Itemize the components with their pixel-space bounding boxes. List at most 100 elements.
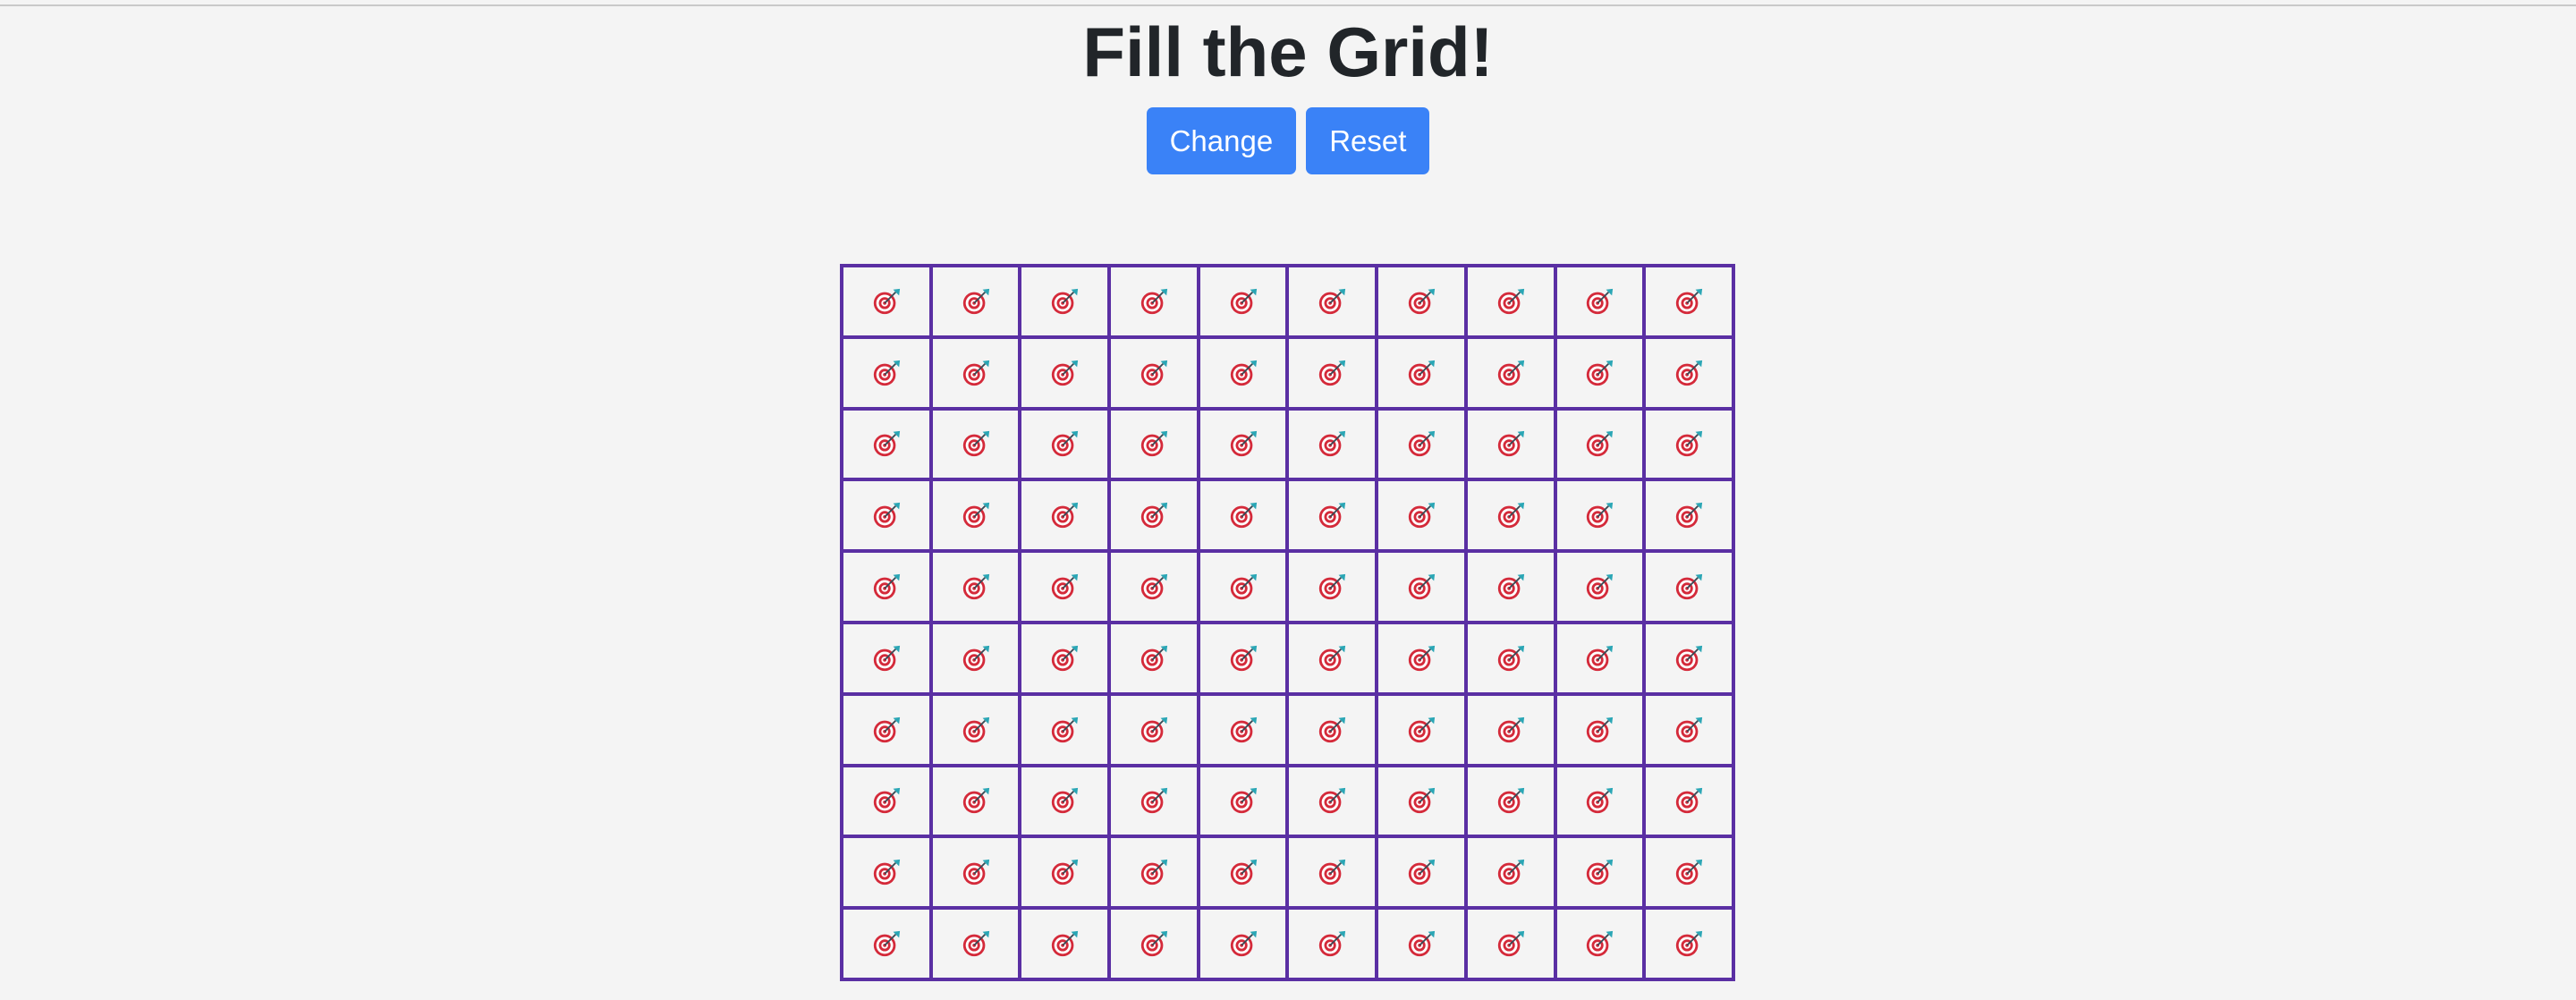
grid-cell[interactable] <box>1287 479 1377 552</box>
grid-cell[interactable] <box>1377 908 1466 979</box>
grid-cell[interactable] <box>1377 765 1466 837</box>
grid-cell[interactable] <box>1465 623 1555 694</box>
grid-cell[interactable] <box>1020 479 1110 552</box>
grid-cell[interactable] <box>842 336 931 409</box>
grid-cell[interactable] <box>1287 336 1377 409</box>
grid-cell[interactable] <box>1555 765 1645 837</box>
grid-cell[interactable] <box>1020 693 1110 766</box>
grid-cell[interactable] <box>1287 908 1377 979</box>
grid-cell[interactable] <box>842 836 931 909</box>
grid-cell[interactable] <box>1644 836 1733 909</box>
grid-cell[interactable] <box>930 908 1021 979</box>
grid-cell[interactable] <box>1020 623 1110 694</box>
grid-cell[interactable] <box>1198 623 1288 694</box>
grid-cell[interactable] <box>1287 765 1377 837</box>
grid-cell[interactable] <box>1644 479 1733 552</box>
grid-cell[interactable] <box>1465 551 1555 623</box>
grid-cell[interactable] <box>842 551 931 623</box>
grid-cell[interactable] <box>1377 408 1466 480</box>
grid-cell[interactable] <box>842 908 931 979</box>
grid-cell[interactable] <box>1377 266 1466 337</box>
grid-cell[interactable] <box>1644 551 1733 623</box>
grid-cell[interactable] <box>1020 266 1110 337</box>
grid-cell[interactable] <box>1198 479 1288 552</box>
grid-cell[interactable] <box>930 836 1021 909</box>
grid-cell[interactable] <box>1465 408 1555 480</box>
grid-cell[interactable] <box>1287 551 1377 623</box>
grid-cell[interactable] <box>1644 408 1733 480</box>
grid-cell[interactable] <box>1109 408 1199 480</box>
grid-cell[interactable] <box>1377 336 1466 409</box>
grid-cell[interactable] <box>1555 908 1645 979</box>
grid-cell[interactable] <box>1020 836 1110 909</box>
grid-cell[interactable] <box>1644 623 1733 694</box>
grid-cell[interactable] <box>930 266 1021 337</box>
grid-cell[interactable] <box>1020 765 1110 837</box>
grid-cell[interactable] <box>1465 693 1555 766</box>
grid-cell[interactable] <box>842 623 931 694</box>
grid-cell[interactable] <box>1555 336 1645 409</box>
grid-cell[interactable] <box>1555 479 1645 552</box>
grid-cell[interactable] <box>842 479 931 552</box>
grid-cell[interactable] <box>1109 551 1199 623</box>
reset-button[interactable]: Reset <box>1306 107 1430 174</box>
grid-cell[interactable] <box>1377 479 1466 552</box>
grid-cell[interactable] <box>1020 551 1110 623</box>
grid-cell[interactable] <box>930 408 1021 480</box>
grid-cell[interactable] <box>1644 336 1733 409</box>
grid-cell[interactable] <box>842 765 931 837</box>
grid-cell[interactable] <box>1287 693 1377 766</box>
grid-cell[interactable] <box>1109 266 1199 337</box>
grid-cell[interactable] <box>1287 408 1377 480</box>
grid-cell[interactable] <box>1644 693 1733 766</box>
grid-cell[interactable] <box>842 693 931 766</box>
grid-cell[interactable] <box>1377 623 1466 694</box>
grid-cell[interactable] <box>1109 765 1199 837</box>
grid-cell[interactable] <box>1555 408 1645 480</box>
grid-cell[interactable] <box>1109 479 1199 552</box>
grid-cell[interactable] <box>1465 266 1555 337</box>
grid-cell[interactable] <box>1465 479 1555 552</box>
grid-cell[interactable] <box>1555 836 1645 909</box>
grid-cell[interactable] <box>1555 266 1645 337</box>
grid-cell[interactable] <box>1020 408 1110 480</box>
grid-cell[interactable] <box>1644 908 1733 979</box>
grid-cell[interactable] <box>1020 908 1110 979</box>
change-button[interactable]: Change <box>1146 107 1297 174</box>
grid-cell[interactable] <box>842 266 931 337</box>
grid-cell[interactable] <box>1644 765 1733 837</box>
grid-cell[interactable] <box>1198 836 1288 909</box>
grid-cell[interactable] <box>930 479 1021 552</box>
grid-cell[interactable] <box>930 551 1021 623</box>
grid-cell[interactable] <box>1465 336 1555 409</box>
grid-cell[interactable] <box>1377 836 1466 909</box>
grid-cell[interactable] <box>842 408 931 480</box>
grid-cell[interactable] <box>1465 765 1555 837</box>
grid-cell[interactable] <box>1198 693 1288 766</box>
grid-cell[interactable] <box>1555 551 1645 623</box>
grid-cell[interactable] <box>1198 336 1288 409</box>
grid-cell[interactable] <box>1555 693 1645 766</box>
grid-cell[interactable] <box>1377 693 1466 766</box>
grid-cell[interactable] <box>1555 623 1645 694</box>
grid-cell[interactable] <box>1109 693 1199 766</box>
grid-cell[interactable] <box>930 693 1021 766</box>
grid-cell[interactable] <box>930 765 1021 837</box>
grid-cell[interactable] <box>1109 336 1199 409</box>
grid-cell[interactable] <box>1020 336 1110 409</box>
grid-cell[interactable] <box>1287 266 1377 337</box>
grid-cell[interactable] <box>1377 551 1466 623</box>
grid-cell[interactable] <box>1287 836 1377 909</box>
grid-cell[interactable] <box>1109 836 1199 909</box>
grid-cell[interactable] <box>1198 765 1288 837</box>
grid-cell[interactable] <box>1198 551 1288 623</box>
grid-cell[interactable] <box>1465 908 1555 979</box>
grid-cell[interactable] <box>1109 908 1199 979</box>
grid-cell[interactable] <box>1109 623 1199 694</box>
grid-cell[interactable] <box>1644 266 1733 337</box>
grid-cell[interactable] <box>1465 836 1555 909</box>
grid-cell[interactable] <box>930 623 1021 694</box>
grid-cell[interactable] <box>1198 266 1288 337</box>
grid-cell[interactable] <box>1287 623 1377 694</box>
grid-cell[interactable] <box>930 336 1021 409</box>
